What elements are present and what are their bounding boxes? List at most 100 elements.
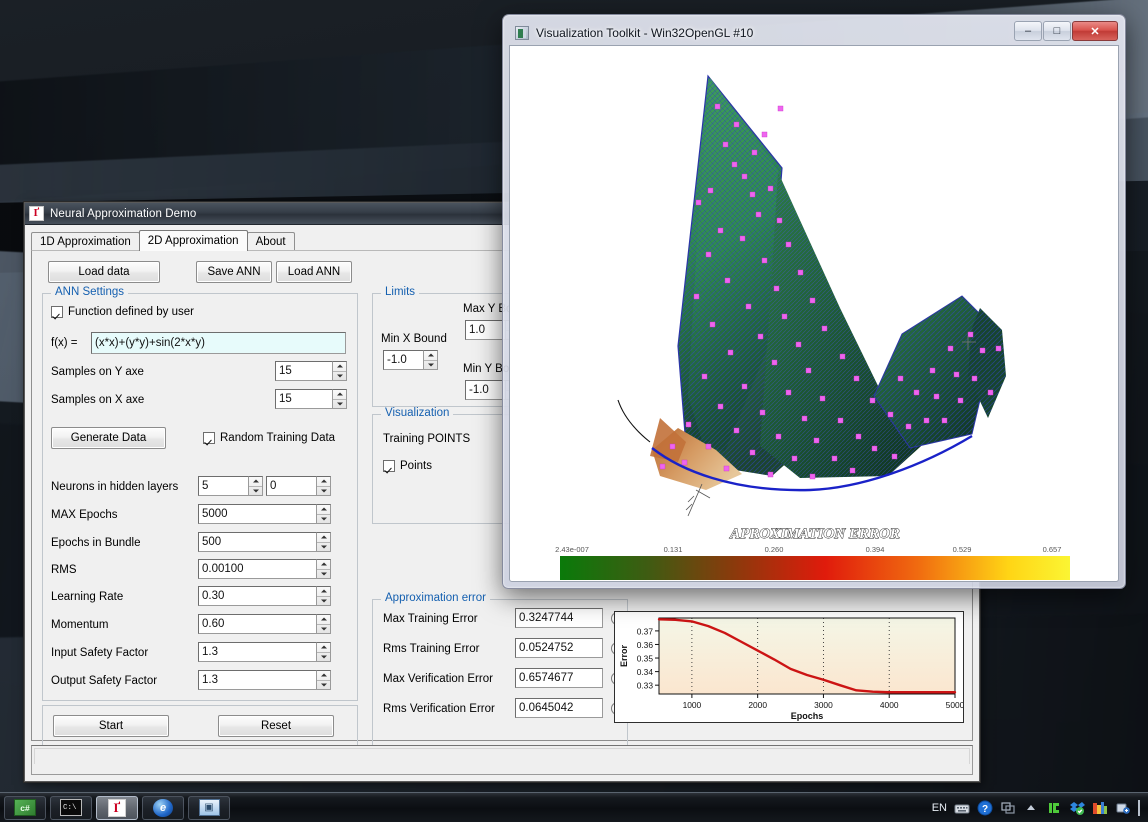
max-verification-error-value: 0.6574677 xyxy=(515,668,603,688)
epochs-bundle-spin-buttons[interactable] xyxy=(316,532,331,552)
checkbox-box xyxy=(51,306,63,318)
samples-x-stepper[interactable]: 15 xyxy=(275,389,347,409)
samples-y-value[interactable]: 15 xyxy=(275,361,332,381)
momentum-value[interactable]: 0.60 xyxy=(198,614,316,634)
tab-1d-approximation[interactable]: 1D Approximation xyxy=(31,232,140,251)
vtk-titlebar[interactable]: Visualization Toolkit - Win32OpenGL #10 … xyxy=(509,21,1119,45)
spin-down-icon xyxy=(317,515,330,524)
show-hidden-icon[interactable] xyxy=(1023,800,1039,816)
spin-up-icon xyxy=(333,390,346,400)
training-points-label: Training POINTS xyxy=(383,433,470,445)
minimize-button[interactable]: – xyxy=(1014,21,1042,41)
reset-button[interactable]: Reset xyxy=(218,715,334,737)
samples-x-value[interactable]: 15 xyxy=(275,389,332,409)
points-checkbox[interactable]: Points xyxy=(383,460,432,472)
samples-y-spin-buttons[interactable] xyxy=(332,361,347,381)
fx-label: f(x) = xyxy=(51,337,78,349)
samples-x-label: Samples on X axe xyxy=(51,394,144,406)
samples-x-spin-buttons[interactable] xyxy=(332,389,347,409)
start-button[interactable]: Start xyxy=(53,715,169,737)
epochs-bundle-value[interactable]: 500 xyxy=(198,532,316,552)
taskbar: c# C:\ Ґ e ▣ EN ? xyxy=(0,792,1148,822)
load-ann-button[interactable]: Load ANN xyxy=(276,261,352,283)
rms-label: RMS xyxy=(51,564,77,576)
function-input[interactable]: (x*x)+(y*y)+sin(2*x*y) xyxy=(91,332,346,354)
neural-approximation-demo-icon: Ґ xyxy=(108,799,126,817)
min-x-spin-buttons[interactable] xyxy=(423,350,438,370)
taskbar-item-image-viewer[interactable]: ▣ xyxy=(188,796,230,820)
input-safety-factor-stepper[interactable]: 1.3 xyxy=(198,642,331,662)
momentum-label: Momentum xyxy=(51,619,109,631)
min-x-bound-stepper[interactable]: -1.0 xyxy=(383,350,438,370)
spin-up-icon xyxy=(317,587,330,597)
vtk-window-title: Visualization Toolkit - Win32OpenGL #10 xyxy=(536,26,753,40)
colors-icon[interactable] xyxy=(1092,800,1108,816)
input-safety-factor-value[interactable]: 1.3 xyxy=(198,642,316,662)
action-buttons-group: Start Reset xyxy=(42,705,358,747)
taskbar-item-command-prompt[interactable]: C:\ xyxy=(50,796,92,820)
window-switch-icon[interactable] xyxy=(1000,800,1016,816)
maximize-button[interactable]: □ xyxy=(1043,21,1071,41)
rms-value[interactable]: 0.00100 xyxy=(198,559,316,579)
momentum-stepper[interactable]: 0.60 xyxy=(198,614,331,634)
rms-training-error-label: Rms Training Error xyxy=(383,643,480,655)
neurons-label: Neurons in hidden layers xyxy=(51,481,178,493)
function-defined-by-user-checkbox[interactable]: Function defined by user xyxy=(51,306,194,318)
spin-up-icon xyxy=(333,362,346,372)
tab-2d-approximation[interactable]: 2D Approximation xyxy=(139,230,248,251)
tab-about[interactable]: About xyxy=(247,232,295,251)
command-prompt-icon: C:\ xyxy=(60,799,82,816)
generate-data-button[interactable]: Generate Data xyxy=(51,427,166,449)
max-y-bound-value[interactable]: 1.0 xyxy=(465,320,505,340)
neurons-layer2-spin-buttons[interactable] xyxy=(316,476,331,496)
function-defined-by-user-label: Function defined by user xyxy=(68,306,194,318)
samples-y-stepper[interactable]: 15 xyxy=(275,361,347,381)
scalar-tick-4: 0.529 xyxy=(953,545,972,554)
scalar-tick-5: 0.657 xyxy=(1043,545,1062,554)
neurons-layer2-value[interactable]: 0 xyxy=(266,476,316,496)
taskbar-item-visual-studio[interactable]: c# xyxy=(4,796,46,820)
rms-training-error-value: 0.0524752 xyxy=(515,638,603,658)
output-safety-spin-buttons[interactable] xyxy=(316,670,331,690)
spin-up-icon xyxy=(317,477,330,487)
max-epochs-value[interactable]: 5000 xyxy=(198,504,316,524)
language-indicator[interactable]: EN xyxy=(932,802,947,814)
max-epochs-stepper[interactable]: 5000 xyxy=(198,504,331,524)
max-epochs-spin-buttons[interactable] xyxy=(316,504,331,524)
load-data-button[interactable]: Load data xyxy=(48,261,160,283)
nvidia-icon[interactable] xyxy=(1046,800,1062,816)
dropbox-icon[interactable] xyxy=(1069,800,1085,816)
rms-spin-buttons[interactable] xyxy=(316,559,331,579)
min-x-bound-value[interactable]: -1.0 xyxy=(383,350,423,370)
learning-rate-value[interactable]: 0.30 xyxy=(198,586,316,606)
spin-down-icon xyxy=(424,361,437,370)
taskbar-item-neural-approximation-demo[interactable]: Ґ xyxy=(96,796,138,820)
input-safety-spin-buttons[interactable] xyxy=(316,642,331,662)
learning-rate-spin-buttons[interactable] xyxy=(316,586,331,606)
learning-rate-stepper[interactable]: 0.30 xyxy=(198,586,331,606)
output-safety-factor-stepper[interactable]: 1.3 xyxy=(198,670,331,690)
taskbar-item-internet-explorer[interactable]: e xyxy=(142,796,184,820)
min-y-bound-value[interactable]: -1.0 xyxy=(465,380,505,400)
output-safety-factor-value[interactable]: 1.3 xyxy=(198,670,316,690)
scalar-tick-1: 0.131 xyxy=(664,545,683,554)
keyboard-icon[interactable] xyxy=(954,800,970,816)
save-ann-button[interactable]: Save ANN xyxy=(196,261,272,283)
app-window-title: Neural Approximation Demo xyxy=(50,208,196,220)
close-button[interactable]: ✕ xyxy=(1072,21,1118,41)
vtk-canvas[interactable]: APROXIMATION ERROR 2.43e-007 0.131 0.260… xyxy=(509,45,1119,582)
rms-stepper[interactable]: 0.00100 xyxy=(198,559,331,579)
neurons-layer1-value[interactable]: 5 xyxy=(198,476,248,496)
neurons-layer1-stepper[interactable]: 5 xyxy=(198,476,263,496)
svg-text:3000: 3000 xyxy=(814,700,833,710)
spin-down-icon xyxy=(317,681,330,690)
momentum-spin-buttons[interactable] xyxy=(316,614,331,634)
epochs-bundle-stepper[interactable]: 500 xyxy=(198,532,331,552)
random-training-data-checkbox[interactable]: Random Training Data xyxy=(203,432,335,444)
help-icon[interactable]: ? xyxy=(977,800,993,816)
neurons-layer2-stepper[interactable]: 0 xyxy=(266,476,331,496)
checkbox-box xyxy=(203,432,215,444)
network-share-icon[interactable] xyxy=(1115,800,1131,816)
neurons-layer1-spin-buttons[interactable] xyxy=(248,476,263,496)
system-tray: EN ? xyxy=(932,800,1148,816)
